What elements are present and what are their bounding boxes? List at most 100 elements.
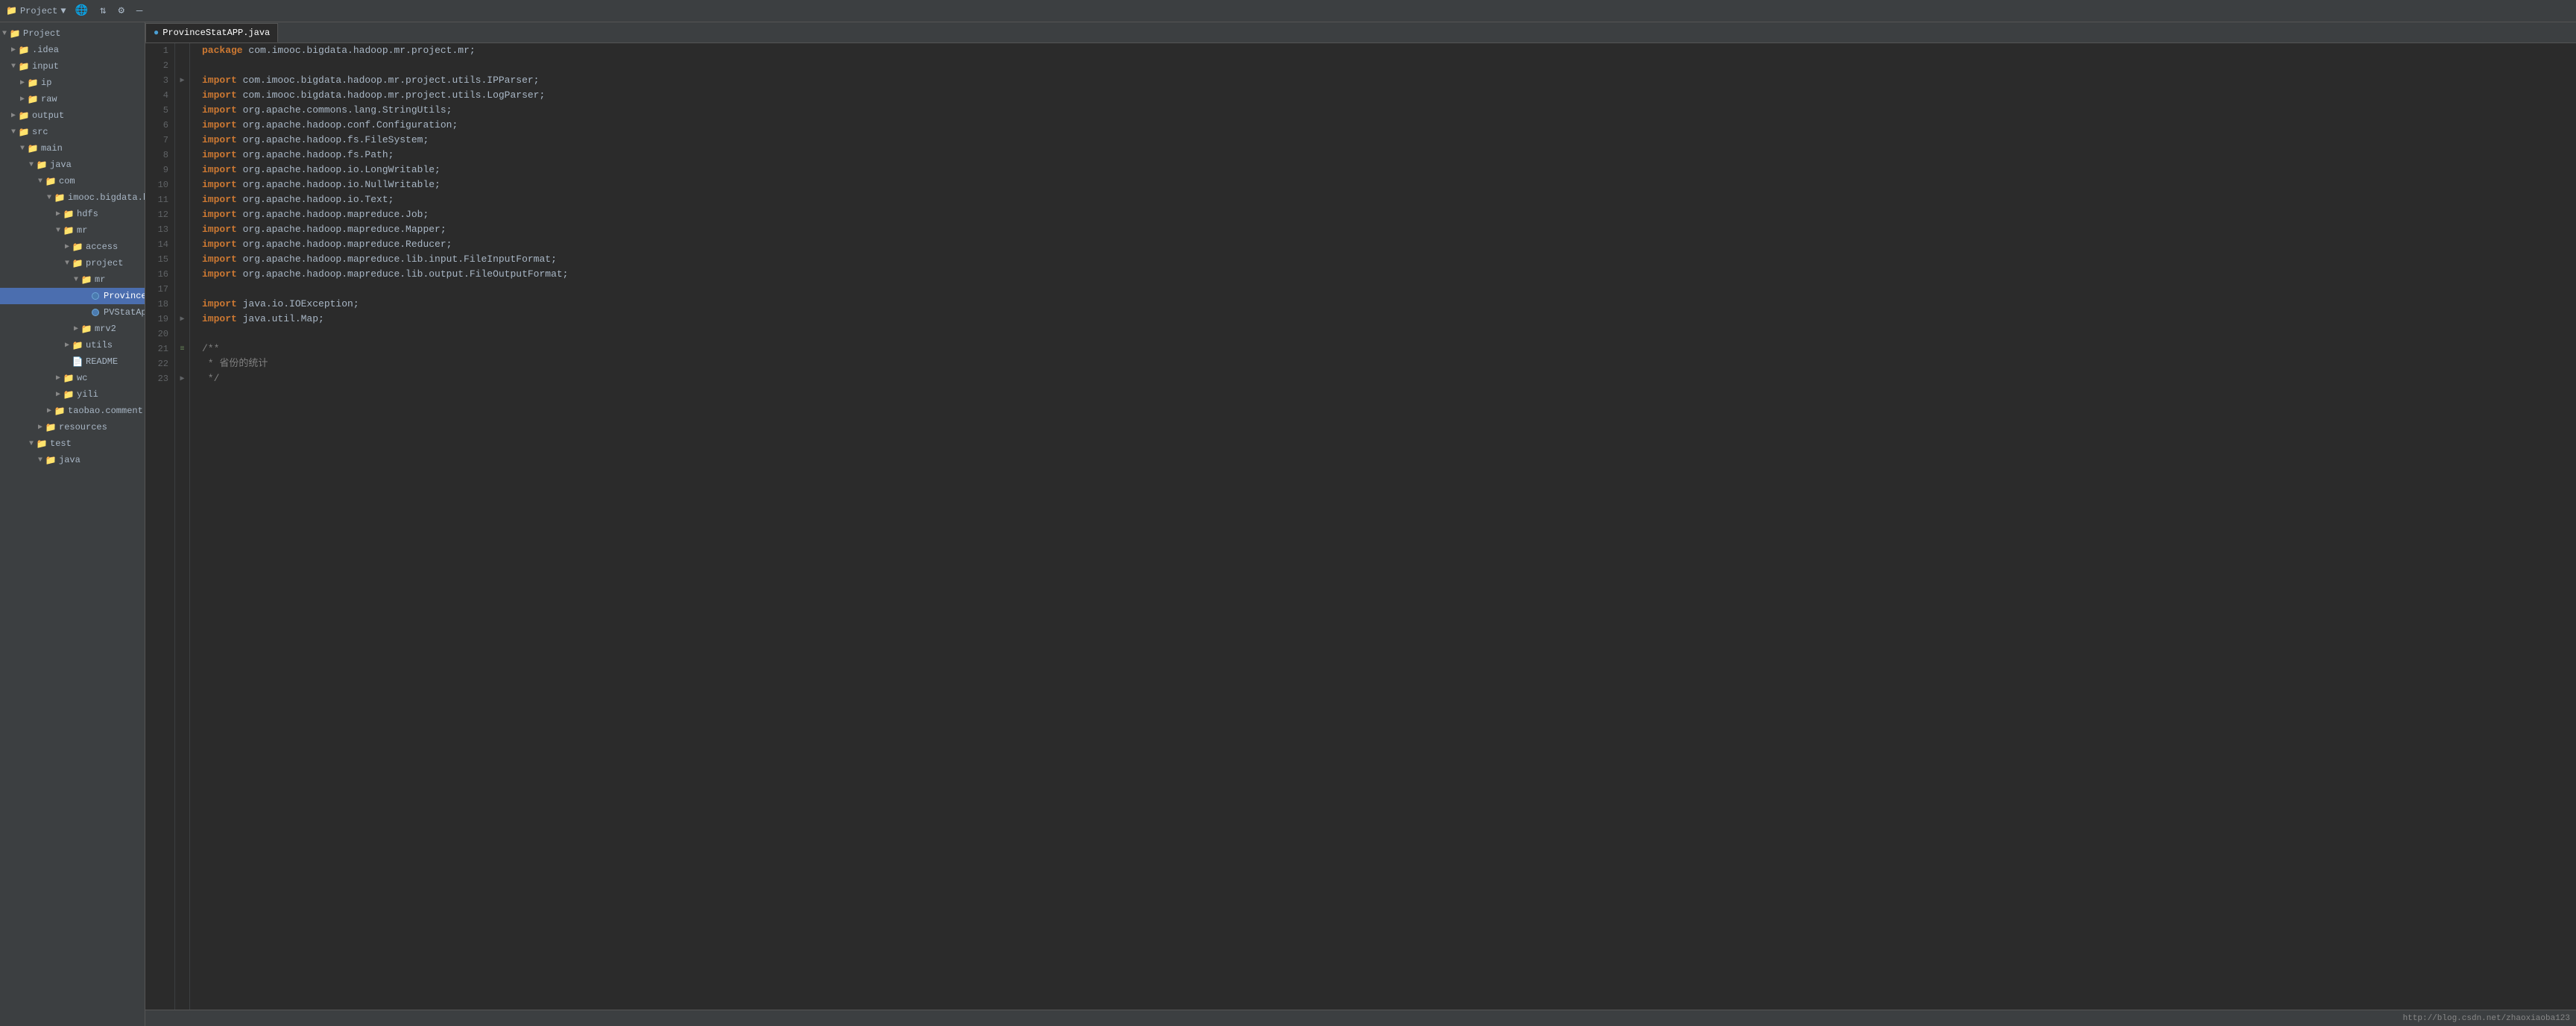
sidebar-item-test[interactable]: ▼📁test xyxy=(0,435,145,452)
sidebar-item-output[interactable]: ▶📁output xyxy=(0,107,145,124)
tree-item-icon: 📁 xyxy=(27,94,39,105)
sidebar-item-ip[interactable]: ▶📁ip xyxy=(0,75,145,91)
sidebar-item-project-root[interactable]: ▼📁Project xyxy=(0,25,145,42)
tree-item-icon: 📁 xyxy=(45,176,57,187)
chevron-down-icon: ▼ xyxy=(60,6,66,16)
gutter-icon[interactable]: ≡ xyxy=(175,342,189,356)
tree-item-label: ProvinceStatAPP xyxy=(104,291,145,301)
gutter-icon[interactable] xyxy=(175,177,189,192)
tree-item-label: mr xyxy=(95,274,105,285)
sidebar-item-PVStatApp[interactable]: PVStatApp xyxy=(0,304,145,321)
gutter-icon[interactable] xyxy=(175,118,189,133)
gutter-icon[interactable] xyxy=(175,297,189,312)
sidebar-item-main[interactable]: ▼📁main xyxy=(0,140,145,157)
sidebar-item-mr2[interactable]: ▼📁mr xyxy=(0,271,145,288)
sidebar-item-java[interactable]: ▼📁java xyxy=(0,157,145,173)
tree-item-icon: 📁 xyxy=(72,340,83,351)
gutter-icon[interactable] xyxy=(175,207,189,222)
gutter-icon[interactable] xyxy=(175,43,189,58)
sidebar-item-hdfs[interactable]: ▶📁hdfs xyxy=(0,206,145,222)
gutter-icon[interactable]: ▶ xyxy=(175,312,189,327)
minimize-icon[interactable]: — xyxy=(133,4,145,19)
gutter-icon[interactable] xyxy=(175,267,189,282)
gutter-icon[interactable] xyxy=(175,237,189,252)
tree-item-label: wc xyxy=(77,373,87,383)
tree-arrow: ▶ xyxy=(9,111,18,120)
tree-item-label: raw xyxy=(41,94,57,104)
gutter-icon[interactable] xyxy=(175,327,189,342)
sidebar-item-ProvinceStatAPP[interactable]: ProvinceStatAPP xyxy=(0,288,145,304)
code-container[interactable]: 1234567891011121314151617181920212223 ▶▶… xyxy=(145,43,2576,1010)
tree-item-label: ip xyxy=(41,78,51,88)
sidebar-item-input[interactable]: ▼📁input xyxy=(0,58,145,75)
sidebar-item-resources[interactable]: ▶📁resources xyxy=(0,419,145,435)
tree-arrow: ▶ xyxy=(63,242,72,251)
sidebar-item-mrv2[interactable]: ▶📁mrv2 xyxy=(0,321,145,337)
gutter-icon[interactable] xyxy=(175,88,189,103)
sidebar-item-com[interactable]: ▼📁com xyxy=(0,173,145,189)
tree-arrow: ▶ xyxy=(9,45,18,54)
tree-item-label: mr xyxy=(77,225,87,236)
sidebar-item-src[interactable]: ▼📁src xyxy=(0,124,145,140)
line-number: 12 xyxy=(151,207,168,222)
editor-area: ● ProvinceStatAPP.java 12345678910111213… xyxy=(145,22,2576,1026)
sidebar-item-wc[interactable]: ▶📁wc xyxy=(0,370,145,386)
line-number: 13 xyxy=(151,222,168,237)
sidebar-item-idea[interactable]: ▶📁.idea xyxy=(0,42,145,58)
tree-item-icon: 📁 xyxy=(9,28,21,40)
gutter-icon[interactable]: ▶ xyxy=(175,73,189,88)
tree-item-icon: 📁 xyxy=(63,225,75,236)
sidebar-item-yili[interactable]: ▶📁yili xyxy=(0,386,145,403)
code-line: * 省份的统计 xyxy=(202,356,2576,371)
tree-item-label: taobao.comment.hadoop xyxy=(68,406,145,416)
sidebar-item-project[interactable]: ▼📁project xyxy=(0,255,145,271)
line-number: 15 xyxy=(151,252,168,267)
sidebar-item-access[interactable]: ▶📁access xyxy=(0,239,145,255)
tree-arrow: ▶ xyxy=(54,390,63,399)
globe-icon[interactable]: 🌐 xyxy=(72,3,91,19)
tree-arrow: ▼ xyxy=(54,227,63,235)
sidebar-item-utils[interactable]: ▶📁utils xyxy=(0,337,145,353)
tree-item-icon: 📁 xyxy=(54,406,66,417)
tree-item-label: mrv2 xyxy=(95,324,116,334)
gutter-icon[interactable] xyxy=(175,252,189,267)
sidebar-item-README[interactable]: 📄README xyxy=(0,353,145,370)
line-number: 17 xyxy=(151,282,168,297)
line-number: 21 xyxy=(151,342,168,356)
code-line: import org.apache.hadoop.mapreduce.lib.i… xyxy=(202,252,2576,267)
code-line: import org.apache.hadoop.io.LongWritable… xyxy=(202,163,2576,177)
code-line xyxy=(202,58,2576,73)
tree-arrow: ▼ xyxy=(72,276,80,284)
tree-item-label: yili xyxy=(77,389,98,400)
tree-item-icon: 📁 xyxy=(36,160,48,171)
sidebar-item-raw[interactable]: ▶📁raw xyxy=(0,91,145,107)
code-line xyxy=(202,327,2576,342)
gutter-icon[interactable] xyxy=(175,148,189,163)
settings-icon[interactable]: ⚙ xyxy=(115,3,127,19)
sort-icon[interactable]: ⇅ xyxy=(97,3,109,19)
gutter-icon[interactable] xyxy=(175,356,189,371)
gutter-icon[interactable] xyxy=(175,282,189,297)
gutter-icon[interactable] xyxy=(175,163,189,177)
tree-arrow: ▼ xyxy=(9,63,18,71)
gutter-icon[interactable] xyxy=(175,222,189,237)
tree-arrow: ▼ xyxy=(36,456,45,465)
code-line: import org.apache.hadoop.mapreduce.Mappe… xyxy=(202,222,2576,237)
line-number: 4 xyxy=(151,88,168,103)
code-line: import org.apache.hadoop.mapreduce.Job; xyxy=(202,207,2576,222)
gutter-icon[interactable] xyxy=(175,192,189,207)
gutter-icon[interactable]: ▶ xyxy=(175,371,189,386)
gutter-icon[interactable] xyxy=(175,58,189,73)
sidebar-item-taobao[interactable]: ▶📁taobao.comment.hadoop xyxy=(0,403,145,419)
gutter-icon[interactable] xyxy=(175,133,189,148)
gutter-icon[interactable] xyxy=(175,103,189,118)
line-numbers: 1234567891011121314151617181920212223 xyxy=(145,43,175,1010)
file-tab[interactable]: ● ProvinceStatAPP.java xyxy=(145,23,278,43)
sidebar-item-mr[interactable]: ▼📁mr xyxy=(0,222,145,239)
sidebar-item-imooc[interactable]: ▼📁imooc.bigdata.hadoop xyxy=(0,189,145,206)
sidebar-item-java2[interactable]: ▼📁java xyxy=(0,452,145,468)
tree-item-label: com xyxy=(59,176,75,186)
tree-arrow: ▶ xyxy=(18,95,27,104)
line-number: 19 xyxy=(151,312,168,327)
tree-item-label: Project xyxy=(23,28,60,39)
